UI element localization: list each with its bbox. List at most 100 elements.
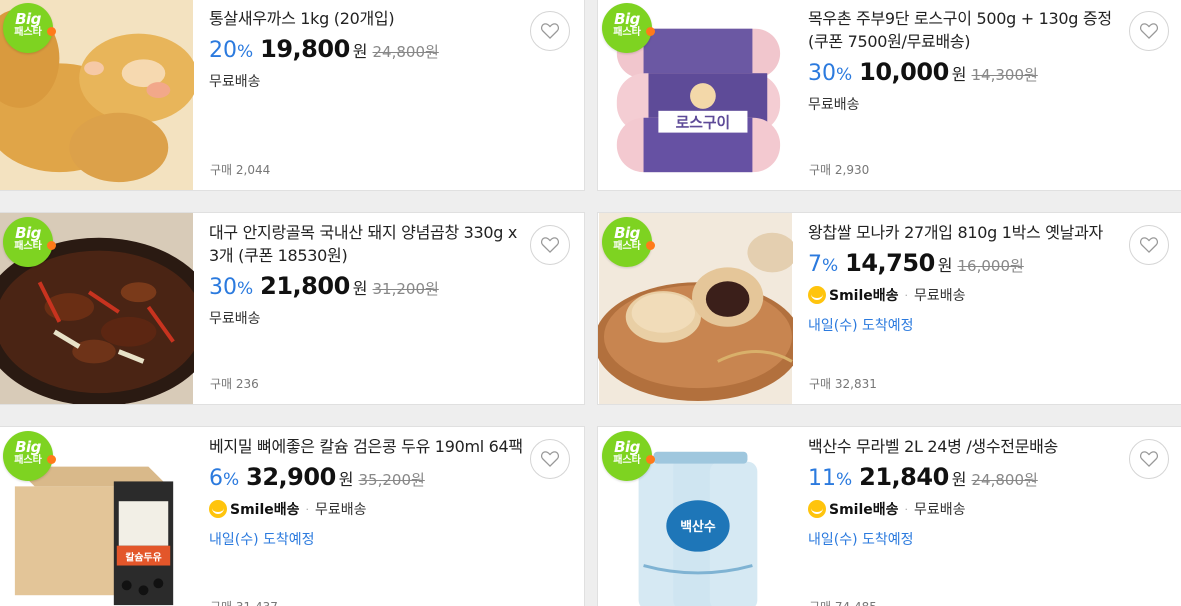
product-title[interactable]: 통살새우까스 1kg (20개입) [209,7,529,30]
product-card[interactable]: 백산수 Big 패스타 백산수 무라벨 2L 24병 /생수전문배송 11% 2… [597,426,1181,606]
discount-percent-sign: % [223,470,240,490]
currency-unit: 원 [937,256,953,275]
product-info: 백산수 무라벨 2L 24병 /생수전문배송 11% 21,840 원 24,80… [808,435,1128,549]
purchase-count: 구매 236 [210,377,259,391]
smile-delivery-label: Smile배송 [209,499,300,519]
product-title[interactable]: 베지밀 뼈에좋은 칼슘 검은콩 두유 190ml 64팩 [209,435,529,458]
discount-percent-sign: % [237,42,254,62]
smile-logo-icon [209,500,227,518]
wishlist-heart-button[interactable] [530,11,570,51]
product-image-roast-ham[interactable]: 로스구이 Big 패스타 [598,0,793,190]
separator-dot: · [904,502,909,516]
product-info: 베지밀 뼈에좋은 칼슘 검은콩 두유 190ml 64팩 6% 32,900 원 … [209,435,529,549]
big-festa-badge: Big 패스타 [602,217,655,267]
product-info: 통살새우까스 1kg (20개입) 20% 19,800 원 24,800원 무료… [209,7,529,92]
price-row: 30% 21,800 원 31,200원 [209,272,529,306]
free-shipping-label: 무료배송 [914,288,966,304]
separator-dot: · [305,502,310,516]
currency-unit: 원 [352,42,368,61]
original-price: 31,200원 [372,280,439,298]
product-title[interactable]: 왕찹쌀 모나카 27개입 810g 1박스 옛날과자 [808,221,1128,244]
soymilk-label-text: 칼슘두유 [125,551,161,564]
product-card[interactable]: Big 패스타 대구 안지랑골목 국내산 돼지 양념곱창 330g x 3개 (… [0,212,585,405]
purchase-count: 구매 2,044 [210,163,271,177]
arrival-estimate: 내일(수) 도착예정 [808,532,914,548]
product-info: 목우촌 주부9단 로스구이 500g + 130g 증정 (쿠폰 7500원/무… [808,7,1128,115]
discount-percent-sign: % [237,279,254,299]
price-row: 20% 19,800 원 24,800원 [209,35,529,69]
badge-dot [646,27,655,36]
wishlist-heart-button[interactable] [530,225,570,265]
purchase-count: 구매 31,437 [210,598,278,606]
shipping-info: 무료배송 [209,70,529,92]
product-title[interactable]: 백산수 무라벨 2L 24병 /생수전문배송 [808,435,1128,458]
badge-line2: 패스타 [14,455,42,466]
shipping-info: 무료배송 [808,93,1128,115]
roast-label-text: 로스구이 [676,115,731,132]
product-image-monaka[interactable]: Big 패스타 [598,213,793,404]
discount-rate: 7 [808,252,822,277]
discount-rate: 6 [209,466,223,491]
product-card[interactable]: 로스구이 Big 패스타 목우촌 주부9단 로스구이 500g + 130g 증… [597,0,1181,191]
discount-rate: 20 [209,38,237,63]
shipping-info: Smile배송 · 무료배송 [808,498,1128,520]
discount-rate: 30 [209,275,237,300]
badge-line1: Big [614,224,640,242]
currency-unit: 원 [951,65,967,84]
big-festa-badge: Big 패스타 [602,431,655,481]
water-brand-text: 백산수 [680,519,716,535]
smile-delivery-text: Smile배송 [829,502,899,518]
product-title[interactable]: 대구 안지랑골목 국내산 돼지 양념곱창 330g x 3개 (쿠폰 18530… [209,221,529,267]
discount-rate: 30 [808,61,836,86]
price-row: 6% 32,900 원 35,200원 [209,463,529,497]
original-price: 16,000원 [957,257,1024,275]
product-image-soymilk[interactable]: 칼슘두유 Big 패스타 [0,427,194,606]
product-card[interactable]: Big 패스타 왕찹쌀 모나카 27개입 810g 1박스 옛날과자 7% 14… [597,212,1181,405]
sale-price: 10,000 [859,58,949,86]
wishlist-heart-button[interactable] [1129,11,1169,51]
original-price: 24,800원 [372,43,439,61]
free-shipping-label: 무료배송 [209,311,261,327]
sale-price: 19,800 [260,35,350,63]
product-image-shrimp-cutlet[interactable]: Big 패스타 [0,0,194,190]
heart-icon [541,237,559,253]
smile-logo-icon [808,286,826,304]
wishlist-heart-button[interactable] [1129,225,1169,265]
currency-unit: 원 [338,470,354,489]
discount-percent-sign: % [822,256,839,276]
product-title[interactable]: 목우촌 주부9단 로스구이 500g + 130g 증정 (쿠폰 7500원/무… [808,7,1128,53]
badge-dot [47,455,56,464]
wishlist-heart-button[interactable] [1129,439,1169,479]
price-row: 7% 14,750 원 16,000원 [808,249,1128,283]
smile-delivery-text: Smile배송 [829,288,899,304]
free-shipping-label: 무료배송 [808,97,860,113]
badge-line2: 패스타 [613,241,641,252]
sale-price: 21,840 [859,463,949,491]
wishlist-heart-button[interactable] [530,439,570,479]
product-image-gopchang[interactable]: Big 패스타 [0,213,194,404]
discount-percent-sign: % [836,65,853,85]
discount-percent-sign: % [836,470,853,490]
purchase-count: 구매 2,930 [809,163,870,177]
badge-line1: Big [614,438,640,456]
product-card[interactable]: Big 패스타 통살새우까스 1kg (20개입) 20% 19,800 원 24… [0,0,585,191]
price-row: 11% 21,840 원 24,800원 [808,463,1128,497]
currency-unit: 원 [352,279,368,298]
badge-line2: 패스타 [14,27,42,38]
sale-price: 21,800 [260,272,350,300]
badge-line2: 패스타 [613,455,641,466]
shipping-info: Smile배송 · 무료배송 [209,498,529,520]
original-price: 35,200원 [358,471,425,489]
purchase-count: 구매 32,831 [809,377,877,391]
product-image-water[interactable]: 백산수 Big 패스타 [598,427,793,606]
currency-unit: 원 [951,470,967,489]
big-festa-badge: Big 패스타 [3,3,56,53]
heart-icon [1140,23,1158,39]
big-festa-badge: Big 패스타 [3,431,56,481]
product-card[interactable]: 칼슘두유 Big 패스타 베지밀 뼈에좋은 칼슘 검은콩 두유 190ml 64… [0,426,585,606]
big-festa-badge: Big 패스타 [3,217,56,267]
badge-line2: 패스타 [613,27,641,38]
price-row: 30% 10,000 원 14,300원 [808,58,1128,92]
heart-icon [541,23,559,39]
heart-icon [1140,237,1158,253]
